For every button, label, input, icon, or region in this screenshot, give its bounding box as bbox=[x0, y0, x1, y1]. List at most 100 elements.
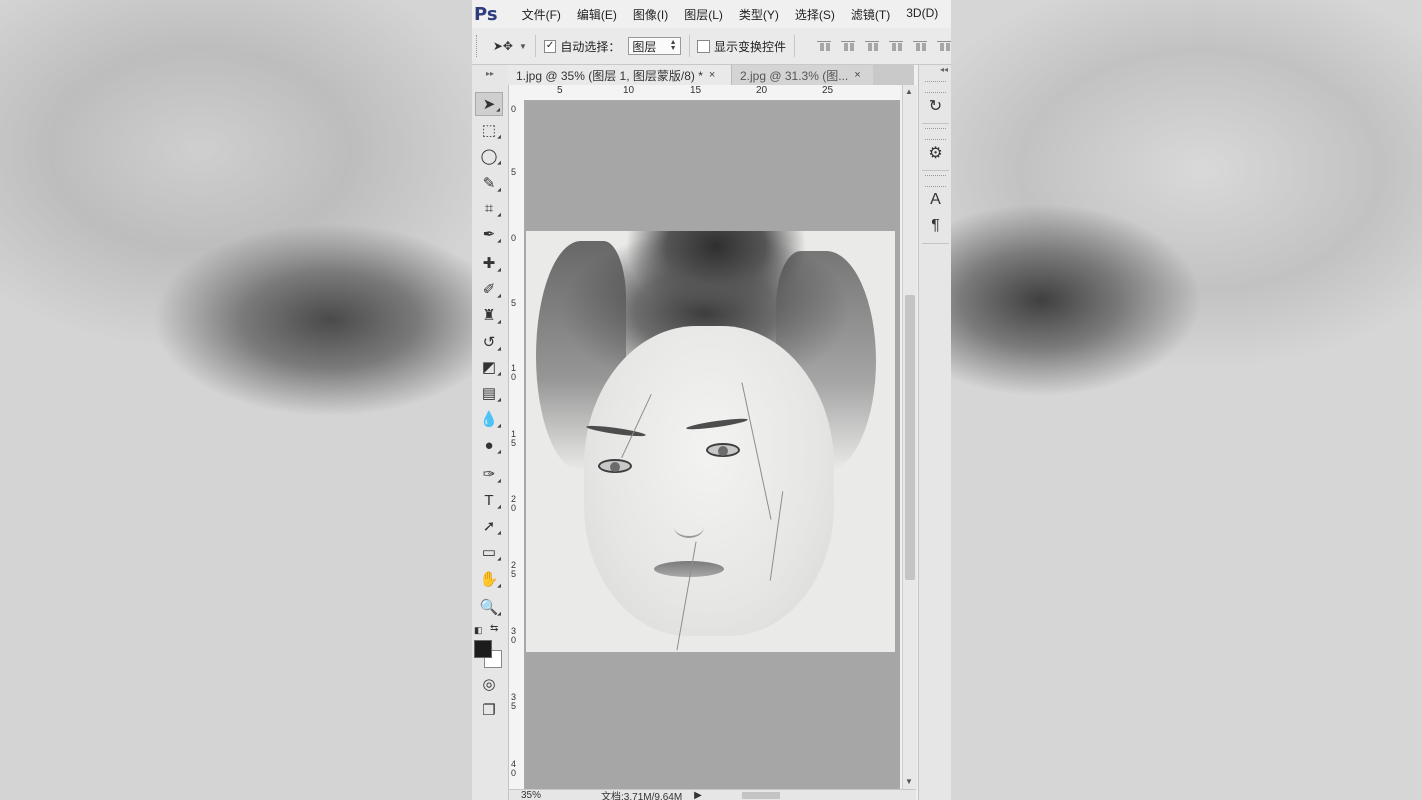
brush-tool[interactable]: ✐ ◢ bbox=[475, 277, 503, 301]
show-transform-checkbox[interactable] bbox=[697, 39, 711, 53]
close-icon[interactable]: × bbox=[854, 69, 860, 81]
ruler-label: 20 bbox=[511, 494, 517, 513]
default-colors-icon[interactable]: ◧ bbox=[474, 625, 483, 636]
eyedropper-tool[interactable]: ✒ ◢ bbox=[475, 222, 503, 246]
ruler-label: 10 bbox=[623, 85, 635, 96]
menu-type[interactable]: 类型(Y) bbox=[731, 6, 787, 23]
history-brush-tool[interactable]: ↺ ◢ bbox=[475, 330, 503, 354]
properties-panel-icon[interactable]: ⚙ bbox=[919, 140, 951, 166]
blur-tool[interactable]: 💧 ◢ bbox=[475, 407, 503, 431]
align-top-icon[interactable] bbox=[816, 39, 831, 53]
menu-view[interactable]: 视 bbox=[946, 6, 951, 23]
zoom-level[interactable]: 35% bbox=[521, 790, 541, 800]
hand-tool[interactable]: ✋ ◢ bbox=[475, 567, 503, 591]
options-grip[interactable] bbox=[476, 35, 481, 57]
zoom-tool-icon: 🔍 bbox=[479, 599, 499, 616]
flyout-indicator-icon: ◢ bbox=[497, 423, 501, 429]
panel-grip[interactable] bbox=[925, 81, 946, 93]
eraser-tool[interactable]: ◩ ◢ bbox=[475, 355, 503, 379]
canvas-area[interactable] bbox=[525, 101, 900, 789]
pen-tool[interactable]: ✑ ◢ bbox=[475, 462, 503, 486]
dock-collapse-icon[interactable]: ◂◂ bbox=[919, 65, 951, 77]
divider bbox=[794, 35, 795, 57]
lasso-tool[interactable]: ◯ ◢ bbox=[475, 144, 503, 168]
type-tool[interactable]: T ◢ bbox=[475, 488, 503, 512]
move-tool-icon: ➤✥ bbox=[492, 39, 513, 53]
shape-tool-icon: ▭ bbox=[481, 544, 497, 561]
panel-grip[interactable] bbox=[925, 175, 946, 187]
menu-file[interactable]: 文件(F) bbox=[514, 6, 569, 23]
divider bbox=[922, 243, 949, 244]
shape-tool[interactable]: ▭ ◢ bbox=[475, 540, 503, 564]
gradient-tool-icon: ▤ bbox=[481, 385, 497, 402]
path-select-tool[interactable]: ➚ ◢ bbox=[475, 514, 503, 538]
quick-mask-tool[interactable]: ◎ bbox=[475, 672, 503, 696]
flyout-indicator-icon: ◢ bbox=[497, 478, 501, 484]
photoshop-window: Ps 文件(F) 编辑(E) 图像(I) 图层(L) 类型(Y) 选择(S) 滤… bbox=[472, 0, 951, 800]
crop-tool-icon: ⌗ bbox=[484, 199, 494, 217]
eraser-tool-icon: ◩ bbox=[481, 359, 497, 376]
move-tool[interactable]: ➤ ◢ bbox=[475, 92, 503, 116]
flyout-indicator-icon: ◢ bbox=[497, 319, 501, 325]
vertical-scrollbar[interactable]: ▲ ▼ bbox=[902, 85, 917, 789]
ruler-label: 0 bbox=[511, 104, 517, 114]
crop-tool[interactable]: ⌗ ◢ bbox=[475, 196, 503, 220]
align-bottom-icon[interactable] bbox=[864, 39, 879, 53]
blurred-background-right bbox=[951, 0, 1422, 800]
tab-1jpg[interactable]: 1.jpg @ 35% (图层 1, 图层蒙版/8) * × bbox=[508, 65, 731, 85]
document-tabs: 1.jpg @ 35% (图层 1, 图层蒙版/8) * × 2.jpg @ 3… bbox=[508, 65, 914, 85]
tab-2jpg[interactable]: 2.jpg @ 31.3% (图... × bbox=[731, 65, 873, 85]
scroll-up-icon[interactable]: ▲ bbox=[905, 87, 913, 96]
history-panel-icon[interactable]: ↻ bbox=[919, 93, 951, 119]
tool-preset-picker[interactable]: ➤✥ ▼ bbox=[493, 39, 527, 53]
marquee-tool[interactable]: ⬚ ◢ bbox=[475, 118, 503, 142]
auto-select-checkbox[interactable]: ✓ bbox=[543, 39, 557, 53]
foreground-color-swatch[interactable] bbox=[474, 640, 492, 658]
character-panel-icon[interactable]: A bbox=[919, 187, 951, 213]
scroll-down-icon[interactable]: ▼ bbox=[905, 777, 913, 786]
align-hcenter-icon[interactable] bbox=[912, 39, 927, 53]
flyout-indicator-icon: ◢ bbox=[497, 556, 501, 562]
panel-dock: ◂◂ ↻ ⚙ A ¶ bbox=[918, 65, 951, 800]
swap-colors-icon[interactable]: ⇆ bbox=[490, 623, 498, 634]
quick-select-tool[interactable]: ✎ ◢ bbox=[475, 171, 503, 195]
menu-edit[interactable]: 编辑(E) bbox=[569, 6, 625, 23]
flyout-indicator-icon: ◢ bbox=[497, 504, 501, 510]
align-vcenter-icon[interactable] bbox=[840, 39, 855, 53]
tab-label: 1.jpg @ 35% (图层 1, 图层蒙版/8) * bbox=[516, 68, 703, 83]
flyout-indicator-icon: ◢ bbox=[497, 160, 501, 166]
document-image[interactable] bbox=[526, 231, 895, 652]
flyout-indicator-icon: ◢ bbox=[497, 371, 501, 377]
panel-grip[interactable] bbox=[925, 128, 946, 140]
ruler-label: 10 bbox=[511, 363, 517, 382]
toolbox-collapse-icon[interactable]: ▸▸ bbox=[472, 65, 508, 81]
menu-image[interactable]: 图像(I) bbox=[625, 6, 676, 23]
history-brush-tool-icon: ↺ bbox=[482, 334, 496, 351]
menu-filter[interactable]: 滤镜(T) bbox=[843, 6, 898, 23]
ruler-horizontal[interactable]: 5 10 15 20 25 bbox=[509, 85, 900, 101]
ruler-vertical[interactable]: 0 5 0 5 10 15 20 25 30 35 40 bbox=[509, 100, 525, 790]
divider bbox=[534, 35, 536, 57]
status-menu-icon[interactable]: ▶ bbox=[694, 790, 702, 800]
dodge-tool[interactable]: ● ◢ bbox=[475, 433, 503, 457]
menu-3d[interactable]: 3D(D) bbox=[898, 6, 946, 23]
screen-mode-tool[interactable]: ❐ bbox=[475, 698, 503, 722]
auto-select-dropdown[interactable]: 图层 ▲ ▼ bbox=[628, 37, 681, 55]
gradient-tool[interactable]: ▤ ◢ bbox=[475, 381, 503, 405]
ruler-label: 25 bbox=[822, 85, 834, 96]
flyout-indicator-icon: ◢ bbox=[497, 134, 501, 140]
healing-brush-tool-icon: ✚ bbox=[482, 255, 496, 272]
zoom-tool[interactable]: 🔍 ◢ bbox=[475, 595, 503, 619]
horizontal-scroll-thumb[interactable] bbox=[741, 792, 780, 799]
healing-brush-tool[interactable]: ✚ ◢ bbox=[475, 251, 503, 275]
doc-size[interactable]: 文档:3.71M/9.64M bbox=[601, 790, 682, 800]
paragraph-panel-icon[interactable]: ¶ bbox=[919, 213, 951, 239]
menu-select[interactable]: 选择(S) bbox=[787, 6, 843, 23]
clone-stamp-tool[interactable]: ♜ ◢ bbox=[475, 303, 503, 327]
scroll-thumb[interactable] bbox=[905, 295, 915, 580]
align-left-icon[interactable] bbox=[888, 39, 903, 53]
nose bbox=[674, 516, 704, 538]
close-icon[interactable]: × bbox=[709, 69, 715, 81]
menu-layer[interactable]: 图层(L) bbox=[676, 6, 731, 23]
align-right-icon[interactable] bbox=[936, 39, 951, 53]
